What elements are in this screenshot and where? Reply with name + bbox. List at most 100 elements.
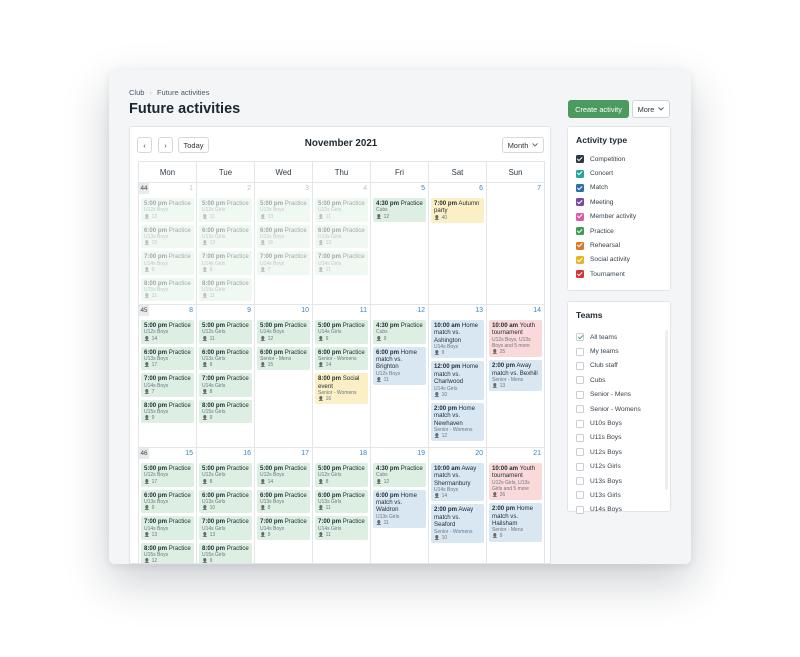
day-cell[interactable]: 18 5:00 pm Practice U12s Girls 👤 8 6:00 pm Pr… — [313, 448, 371, 563]
activity-type-item[interactable]: Competition — [568, 152, 670, 166]
team-item[interactable]: U13s Girls — [568, 488, 670, 502]
activity-type-item[interactable]: Practice — [568, 224, 670, 238]
view-select[interactable]: Month — [502, 137, 544, 153]
event-card[interactable]: 10:00 am Home match vs. Ashington U14s Bo… — [431, 320, 484, 359]
event-card[interactable]: 8:00 pm Practice U15s Girls 👤 9 — [199, 399, 252, 424]
team-item[interactable]: U10s Boys — [568, 416, 670, 430]
day-cell[interactable]: 5 4:30 pm Practice Cubs 👤 12 — [371, 183, 429, 304]
team-checkbox[interactable] — [576, 347, 584, 356]
event-card[interactable]: 7:00 pm Practice U14s Boys 👤 7 — [141, 373, 194, 397]
activity-type-checkbox[interactable] — [576, 155, 584, 164]
team-item[interactable]: All teams — [568, 330, 670, 344]
event-card[interactable]: 6:00 pm Practice U13s Boys 👤 9 — [141, 489, 194, 514]
team-item[interactable]: U13s Boys — [568, 474, 670, 488]
day-cell[interactable]: 9 5:00 pm Practice U12s Girls 👤 11 6:00 pm Pr… — [197, 305, 255, 447]
event-card[interactable]: 6:00 pm Practice U13s Girls 👤 13 — [199, 224, 252, 249]
team-checkbox[interactable] — [576, 405, 584, 414]
event-card[interactable]: 7:00 pm Practice U14s Girls 👤 8 — [199, 373, 252, 397]
event-card[interactable]: 6:00 pm Practice U13s Boys 👤 8 — [257, 489, 310, 514]
day-cell[interactable]: 2 5:00 pm Practice U12s Girls 👤 11 6:00 pm Pr… — [197, 183, 255, 304]
event-card[interactable]: 8:00 pm Practice U15s Boys 👤 11 — [141, 277, 194, 302]
event-card[interactable]: 6:00 pm Practice U13s Boys 👤 16 — [257, 224, 310, 249]
event-card[interactable]: 6:00 pm Practice U13s Girls 👤 11 — [315, 489, 368, 514]
team-checkbox[interactable] — [576, 433, 584, 442]
event-card[interactable]: 6:00 pm Practice U13s Girls 👤 9 — [199, 346, 252, 371]
event-card[interactable]: 6:00 pm Practice U13s Girls 👤 10 — [199, 489, 252, 514]
event-card[interactable]: 5:00 pm Practice U12s Boys 👤 12 — [141, 198, 194, 222]
team-checkbox[interactable] — [576, 419, 584, 428]
more-button[interactable]: More — [632, 100, 670, 118]
activity-type-checkbox[interactable] — [576, 169, 584, 178]
event-card[interactable]: 5:00 pm Practice U12s Girls 👤 11 — [315, 198, 368, 222]
activity-type-checkbox[interactable] — [576, 227, 584, 236]
team-checkbox[interactable] — [576, 477, 584, 486]
day-cell[interactable]: 44 1 5:00 pm Practice U12s Boys 👤 12 6:00 pm P… — [139, 183, 197, 304]
event-card[interactable]: 7:00 pm Autumn party 👤 40 — [431, 198, 484, 223]
day-cell[interactable]: 4 5:00 pm Practice U12s Girls 👤 11 6:00 pm Pr… — [313, 183, 371, 304]
event-card[interactable]: 7:00 pm Practice U14s Boys 👤 7 — [257, 251, 310, 275]
event-card[interactable]: 5:00 pm Practice U12s Boys 👤 14 — [141, 320, 194, 344]
event-card[interactable]: 7:00 pm Practice U14s Girls 👤 13 — [199, 516, 252, 540]
team-checkbox[interactable] — [576, 376, 584, 385]
day-cell[interactable]: 14 10:00 am Youth tournament U12s Boys, U1… — [487, 305, 544, 447]
activity-type-item[interactable]: Meeting — [568, 195, 670, 209]
day-cell[interactable]: 7 — [487, 183, 544, 304]
day-cell[interactable]: 12 4:30 pm Practice Cubs 👤 9 6:00 pm Home mat… — [371, 305, 429, 447]
event-card[interactable]: 10:00 am Youth tournament U12s Girls, U13… — [489, 463, 542, 501]
team-item[interactable]: Club staff — [568, 359, 670, 373]
event-card[interactable]: 7:00 pm Practice U14s Girls 👤 11 — [315, 251, 368, 275]
event-card[interactable]: 8:00 pm Practice U15s Boys 👤 9 — [141, 399, 194, 424]
event-card[interactable]: 7:00 pm Practice U14s Boys 👤 9 — [257, 516, 310, 540]
day-cell[interactable]: 19 4:30 pm Practice Cubs 👤 12 6:00 pm Home ma… — [371, 448, 429, 563]
activity-type-checkbox[interactable] — [576, 270, 584, 279]
day-cell[interactable]: 46 15 5:00 pm Practice U12s Boys 👤 17 6:00 pm … — [139, 448, 197, 563]
team-item[interactable]: Senior - Womens — [568, 402, 670, 416]
event-card[interactable]: 5:00 pm Practice U12s Girls 👤 8 — [199, 463, 252, 487]
team-checkbox[interactable] — [576, 448, 584, 457]
event-card[interactable]: 7:00 pm Practice U14s Girls 👤 11 — [315, 516, 368, 540]
team-checkbox[interactable] — [576, 390, 584, 399]
day-cell[interactable]: 45 8 5:00 pm Practice U12s Boys 👤 14 6:00 pm P… — [139, 305, 197, 447]
team-checkbox[interactable] — [576, 462, 584, 471]
event-card[interactable]: 5:00 pm Practice U12s Girls 👤 11 — [199, 320, 252, 344]
event-card[interactable]: 6:00 pm Home match vs. Waldron U13s Girls… — [373, 489, 426, 529]
event-card[interactable]: 4:30 pm Practice Cubs 👤 12 — [373, 198, 426, 222]
team-item[interactable]: U14s Boys — [568, 503, 670, 514]
activity-type-item[interactable]: Tournament — [568, 267, 670, 281]
day-cell[interactable]: 16 5:00 pm Practice U12s Girls 👤 8 6:00 pm Pr… — [197, 448, 255, 563]
event-card[interactable]: 5:00 pm Practice U14s Boys 👤 12 — [257, 320, 310, 344]
team-item[interactable]: My teams — [568, 344, 670, 358]
event-card[interactable]: 6:00 pm Practice U13s Boys 👤 15 — [141, 224, 194, 249]
activity-type-checkbox[interactable] — [576, 212, 584, 221]
activity-type-checkbox[interactable] — [576, 198, 584, 207]
day-cell[interactable]: 13 10:00 am Home match vs. Ashington U14s … — [429, 305, 487, 447]
event-card[interactable]: 4:30 pm Practice Cubs 👤 9 — [373, 320, 426, 344]
teams-scrollbar[interactable] — [665, 330, 668, 490]
event-card[interactable]: 5:00 pm Practice U12s Girls 👤 8 — [315, 463, 368, 487]
team-checkbox[interactable] — [576, 491, 584, 500]
event-card[interactable]: 7:00 pm Practice U14s Girls 👤 8 — [199, 251, 252, 275]
team-item[interactable]: U12s Boys — [568, 445, 670, 459]
event-card[interactable]: 8:00 pm Practice U15s Girls 👤 9 — [199, 542, 252, 563]
team-item[interactable]: Senior - Mens — [568, 388, 670, 402]
team-item[interactable]: Cubs — [568, 373, 670, 387]
event-card[interactable]: 8:00 pm Practice U15s Boys 👤 12 — [141, 542, 194, 563]
event-card[interactable]: 2:00 pm Home match vs. Hailsham Senior - … — [489, 503, 542, 542]
team-item[interactable]: U11s Boys — [568, 431, 670, 445]
event-card[interactable]: 10:00 am Youth tournament U12s Boys, U13s… — [489, 320, 542, 358]
event-card[interactable]: 4:30 pm Practice Cubs 👤 12 — [373, 463, 426, 487]
day-cell[interactable]: 17 5:00 pm Practice U12s Boys 👤 14 6:00 pm Pr… — [255, 448, 313, 563]
event-card[interactable]: 6:00 pm Home match vs. Brighton U12s Boys… — [373, 346, 426, 386]
activity-type-item[interactable]: Member activity — [568, 210, 670, 224]
event-card[interactable]: 5:00 pm Practice U12s Boys 👤 14 — [257, 463, 310, 487]
day-cell[interactable]: 10 5:00 pm Practice U14s Boys 👤 12 6:00 pm Pr… — [255, 305, 313, 447]
event-card[interactable]: 5:00 pm Practice U12s Boys 👤 17 — [141, 463, 194, 487]
event-card[interactable]: 2:00 pm Away match vs. Bexhill Senior - M… — [489, 360, 542, 392]
create-activity-button[interactable]: Create activity — [568, 100, 629, 118]
team-checkbox[interactable] — [576, 361, 584, 370]
event-card[interactable]: 5:00 pm Practice U12s Boys 👤 13 — [257, 198, 310, 222]
day-cell[interactable]: 21 10:00 am Youth tournament U12s Girls, U… — [487, 448, 544, 563]
event-card[interactable]: 5:00 pm Practice U14s Girls 👤 9 — [315, 320, 368, 344]
activity-type-item[interactable]: Rehearsal — [568, 238, 670, 252]
activity-type-checkbox[interactable] — [576, 255, 584, 264]
